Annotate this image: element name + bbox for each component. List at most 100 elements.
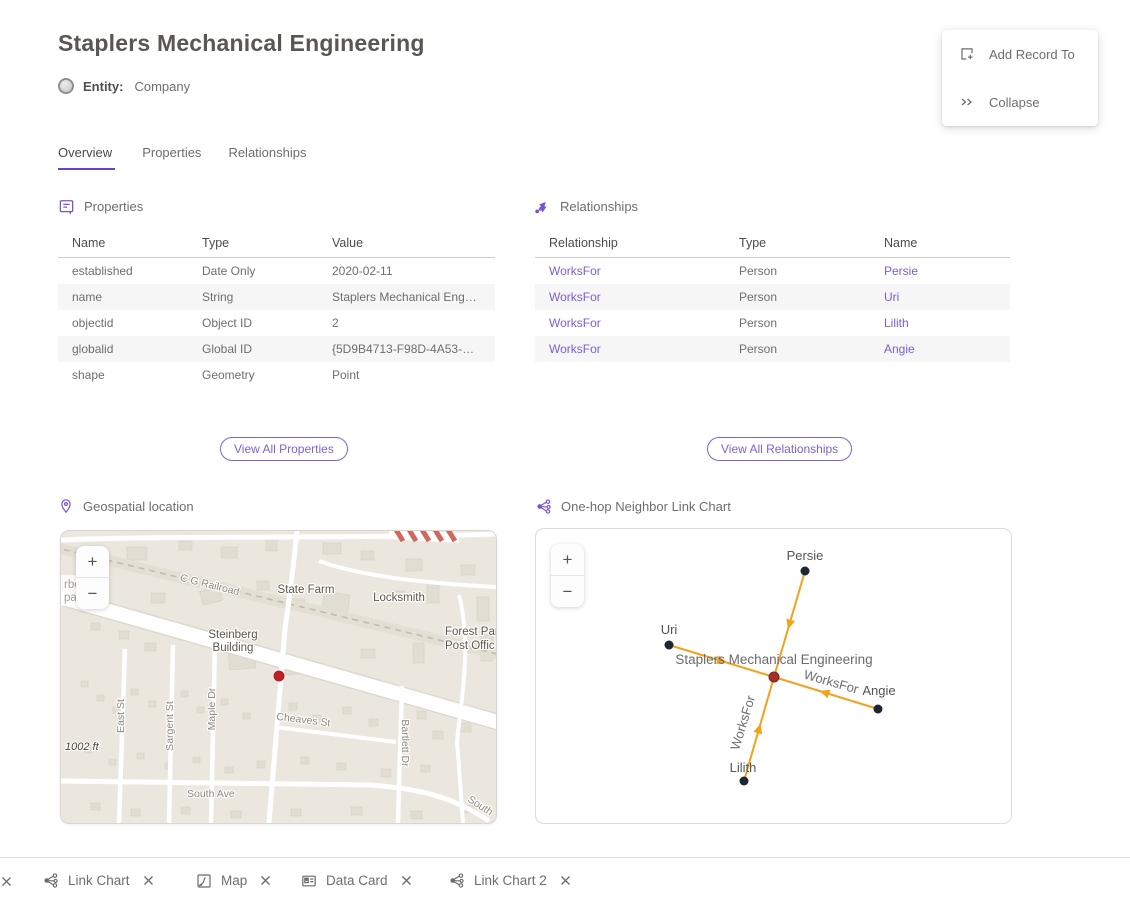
person-node[interactable]: [874, 705, 883, 714]
tab-link-chart[interactable]: Link Chart: [42, 858, 154, 903]
node-label: Uri: [661, 622, 678, 637]
close-icon[interactable]: [401, 875, 412, 886]
section-title: Geospatial location: [83, 499, 194, 514]
column-header: Name: [870, 230, 1010, 258]
table-cell: Global ID: [188, 336, 318, 362]
close-icon[interactable]: [260, 875, 271, 886]
menu-item-label: Add Record To: [989, 47, 1075, 62]
view-all-relationships-button[interactable]: View All Relationships: [707, 437, 852, 461]
table-cell: Person: [725, 336, 870, 362]
tab-label[interactable]: Data Card: [326, 873, 388, 888]
map-label: Sargent St: [164, 701, 176, 751]
table-cell[interactable]: Angie: [870, 336, 1010, 362]
location-pin-icon: [58, 498, 74, 514]
node-label: Persie: [787, 548, 824, 563]
table-cell[interactable]: WorksFor: [535, 336, 725, 362]
person-node[interactable]: [801, 567, 810, 576]
section-title: Relationships: [560, 199, 638, 214]
zoom-out-button[interactable]: −: [551, 575, 584, 607]
person-node[interactable]: [740, 777, 749, 786]
table-cell: objectid: [58, 310, 188, 336]
data-card-icon: [301, 873, 317, 889]
table-cell: globalid: [58, 336, 188, 362]
table-cell[interactable]: Uri: [870, 284, 1010, 310]
chart-zoom-control: + −: [551, 544, 584, 607]
record-link[interactable]: WorksFor: [549, 264, 601, 278]
link-chart-icon: [448, 872, 465, 889]
node-label: Lilith: [730, 760, 757, 775]
table-cell: Date Only: [188, 258, 318, 285]
person-node[interactable]: [665, 641, 674, 650]
record-link[interactable]: Persie: [884, 264, 918, 278]
link-chart-icon: [535, 498, 552, 515]
company-node[interactable]: [769, 672, 779, 682]
map-label: State Farm: [278, 584, 335, 596]
tab-overview[interactable]: Overview: [58, 145, 115, 170]
table-row: WorksFor Person Uri: [535, 284, 1010, 310]
menu-item-collapse[interactable]: Collapse: [942, 78, 1098, 126]
tab-properties[interactable]: Properties: [142, 145, 201, 170]
tab-map[interactable]: Map: [196, 858, 271, 903]
table-cell: Geometry: [188, 362, 318, 388]
record-link[interactable]: Lilith: [884, 316, 909, 330]
map-label: Post Offic: [445, 640, 495, 652]
hazard-stripes: [389, 531, 459, 541]
table-row: objectidObject ID2: [58, 310, 495, 336]
table-cell: name: [58, 284, 188, 310]
tab-bar: Overview Properties Relationships: [58, 145, 306, 170]
section-title: One-hop Neighbor Link Chart: [561, 499, 731, 514]
tab-label[interactable]: Link Chart 2: [474, 873, 547, 888]
close-icon[interactable]: [1, 874, 12, 892]
node-label: Angie: [862, 683, 895, 698]
map-label: East St: [115, 699, 127, 733]
context-menu: Add Record To Collapse: [942, 30, 1098, 126]
table-cell[interactable]: WorksFor: [535, 258, 725, 285]
table-row: shapeGeometryPoint: [58, 362, 495, 388]
table-cell[interactable]: Lilith: [870, 310, 1010, 336]
table-cell: shape: [58, 362, 188, 388]
map-label: South Ave: [187, 788, 235, 800]
map-canvas[interactable]: rbourpaedicsC G RailroadState FarmLocksm…: [61, 531, 496, 823]
view-all-properties-button[interactable]: View All Properties: [220, 437, 348, 461]
record-link[interactable]: Angie: [884, 342, 915, 356]
tab-relationships[interactable]: Relationships: [228, 145, 306, 170]
menu-item-add-record-to[interactable]: Add Record To: [942, 30, 1098, 78]
map-label: Building: [213, 642, 254, 654]
table-row: establishedDate Only2020-02-11: [58, 258, 495, 285]
link-chart-icon: [42, 872, 59, 889]
link-chart-card: WorksForWorksForPersieUriAngieLilithStap…: [535, 528, 1012, 824]
column-header: Type: [188, 230, 318, 258]
entity-overview-page: Staplers Mechanical Engineering Entity: …: [0, 0, 1130, 903]
tab-data-card[interactable]: Data Card: [301, 858, 412, 903]
close-icon[interactable]: [560, 875, 571, 886]
table-cell[interactable]: Persie: [870, 258, 1010, 285]
link-chart-canvas[interactable]: WorksForWorksForPersieUriAngieLilithStap…: [536, 529, 1011, 823]
table-cell[interactable]: WorksFor: [535, 284, 725, 310]
tab-label[interactable]: Link Chart: [68, 873, 130, 888]
zoom-out-button[interactable]: −: [76, 577, 109, 609]
map-zoom-control: + −: [76, 546, 109, 609]
column-header: Relationship: [535, 230, 725, 258]
record-link[interactable]: WorksFor: [549, 342, 601, 356]
table-cell: Person: [725, 284, 870, 310]
tab-link-chart-2[interactable]: Link Chart 2: [448, 858, 571, 903]
map-marker[interactable]: [274, 671, 284, 681]
column-header: Type: [725, 230, 870, 258]
entity-type-dot: [58, 78, 74, 94]
table-cell: Person: [725, 310, 870, 336]
record-link[interactable]: WorksFor: [549, 316, 601, 330]
record-link[interactable]: WorksFor: [549, 290, 601, 304]
close-icon[interactable]: [143, 875, 154, 886]
table-cell: established: [58, 258, 188, 285]
properties-icon: [58, 198, 75, 215]
zoom-in-button[interactable]: +: [551, 544, 584, 575]
properties-section-header: Properties: [58, 198, 143, 215]
tab-label[interactable]: Map: [221, 873, 247, 888]
zoom-in-button[interactable]: +: [76, 546, 109, 577]
record-link[interactable]: Uri: [884, 290, 899, 304]
table-row: nameStringStaplers Mechanical Eng…: [58, 284, 495, 310]
table-cell: Staplers Mechanical Eng…: [318, 284, 495, 310]
map-label: 1002 ft: [65, 741, 100, 753]
table-cell[interactable]: WorksFor: [535, 310, 725, 336]
relationships-table: RelationshipTypeName WorksFor Person Persie…: [535, 230, 1010, 362]
